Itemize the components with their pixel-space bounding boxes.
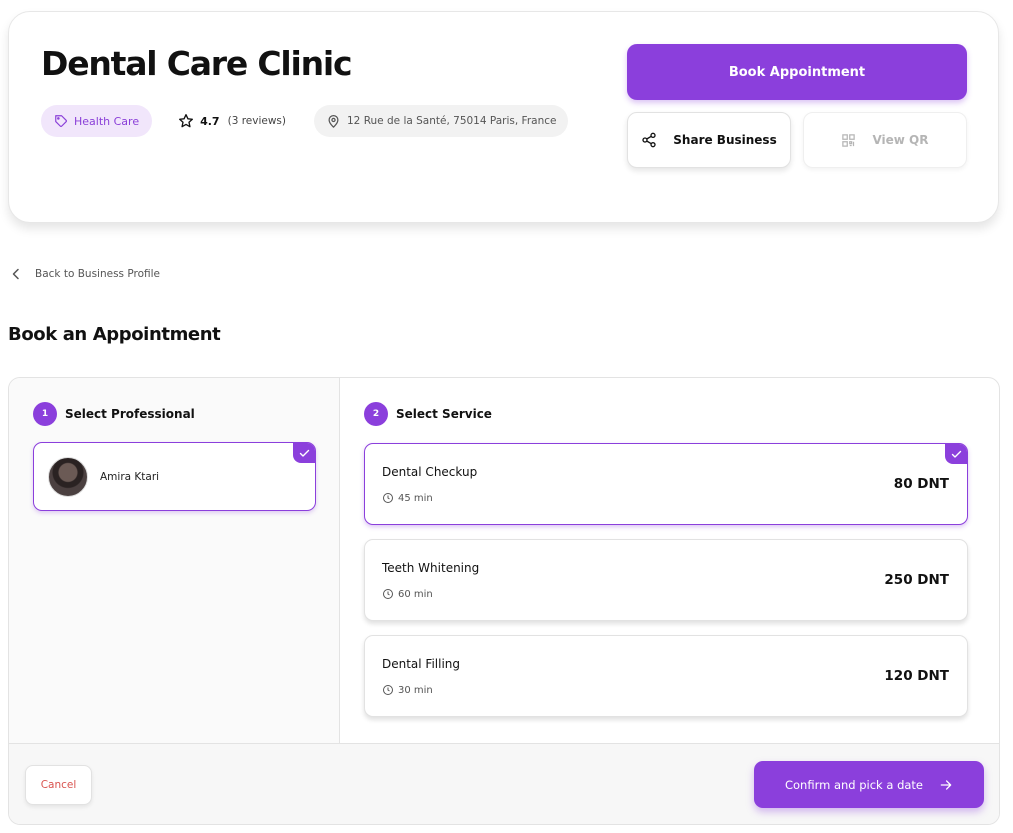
- service-name: Teeth Whitening: [382, 561, 480, 575]
- booking-footer: Cancel Confirm and pick a date: [9, 743, 999, 824]
- back-link-label: Back to Business Profile: [35, 268, 160, 280]
- rating: 4.7 (3 reviews): [178, 113, 286, 129]
- step-number-badge: 2: [364, 402, 388, 426]
- view-qr-label: View QR: [872, 133, 929, 147]
- address-chip[interactable]: 12 Rue de la Santé, 75014 Paris, France: [314, 105, 569, 137]
- clock-icon: [383, 493, 393, 503]
- service-card-dental-filling[interactable]: Dental Filling 30 min 120 DNT: [364, 635, 968, 717]
- share-business-button[interactable]: Share Business: [627, 112, 791, 168]
- business-header-card: Dental Care Clinic Health Care 4.7 (3 re…: [8, 11, 999, 223]
- book-appointment-button[interactable]: Book Appointment: [627, 44, 967, 100]
- share-icon: [642, 132, 656, 148]
- share-business-label: Share Business: [673, 133, 777, 147]
- arrow-right-icon: [940, 779, 952, 790]
- professional-card[interactable]: Amira Ktari: [33, 442, 316, 511]
- review-count: (3 reviews): [227, 115, 286, 127]
- map-pin-icon: [328, 114, 339, 128]
- qr-code-icon: [842, 133, 856, 147]
- category-label: Health Care: [74, 114, 140, 128]
- service-price: 120 DNT: [884, 668, 949, 684]
- confirm-label: Confirm and pick a date: [784, 777, 924, 792]
- cancel-button[interactable]: Cancel: [25, 765, 92, 805]
- service-name: Dental Checkup: [382, 465, 478, 479]
- clock-icon: [383, 589, 393, 599]
- booking-panel: 1 Select Professional Amira Ktari 2 Sele…: [8, 377, 1000, 825]
- tag-icon: [55, 115, 67, 127]
- star-icon: [179, 114, 194, 128]
- clock-icon: [383, 685, 393, 695]
- step-select-service: 2 Select Service: [364, 402, 492, 426]
- duration-text: 45 min: [398, 492, 433, 504]
- step-label: Select Service: [396, 407, 492, 421]
- back-to-profile-link[interactable]: Back to Business Profile: [11, 268, 160, 280]
- business-meta-row: Health Care 4.7 (3 reviews) 12 Rue de la…: [41, 105, 569, 137]
- service-duration: 30 min: [382, 684, 433, 696]
- duration-text: 30 min: [398, 684, 433, 696]
- step-label: Select Professional: [65, 407, 195, 421]
- selected-check-icon: [945, 444, 967, 464]
- service-card-teeth-whitening[interactable]: Teeth Whitening 60 min 250 DNT: [364, 539, 968, 621]
- service-card-dental-checkup[interactable]: Dental Checkup 45 min 80 DNT: [364, 443, 968, 525]
- view-qr-button[interactable]: View QR: [803, 112, 967, 168]
- service-price: 80 DNT: [893, 476, 949, 492]
- service-name: Dental Filling: [382, 657, 461, 671]
- address-text: 12 Rue de la Santé, 75014 Paris, France: [347, 115, 557, 127]
- category-chip[interactable]: Health Care: [41, 105, 153, 137]
- booking-section-title: Book an Appointment: [8, 324, 221, 345]
- professional-name: Amira Ktari: [100, 470, 160, 483]
- chevron-left-icon: [12, 268, 19, 280]
- confirm-pick-date-button[interactable]: Confirm and pick a date: [754, 761, 984, 808]
- step-select-professional: 1 Select Professional: [33, 402, 195, 426]
- avatar: [48, 456, 88, 497]
- service-duration: 45 min: [382, 492, 433, 504]
- professional-column: 1 Select Professional Amira Ktari: [9, 378, 340, 743]
- duration-text: 60 min: [398, 588, 433, 600]
- rating-value: 4.7: [200, 114, 220, 128]
- business-title: Dental Care Clinic: [41, 44, 353, 83]
- step-number-badge: 1: [33, 402, 57, 426]
- selected-check-icon: [293, 443, 315, 463]
- service-price: 250 DNT: [884, 572, 949, 588]
- service-duration: 60 min: [382, 588, 433, 600]
